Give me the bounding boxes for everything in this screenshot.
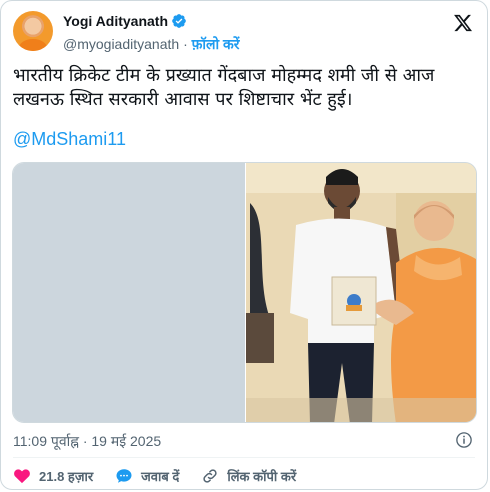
heart-icon (14, 469, 30, 484)
mention-link[interactable]: @MdShami11 (13, 129, 126, 150)
info-icon[interactable] (455, 431, 473, 449)
copy-link-label: लिंक कॉपी करें (227, 469, 297, 484)
author-handle[interactable]: @myogiadityanath (63, 36, 179, 52)
author-name[interactable]: Yogi Adityanath (63, 13, 168, 29)
author-name-row: Yogi Adityanath (63, 13, 187, 29)
separator-dot: · (183, 36, 188, 52)
reply-button[interactable]: जवाब दें (115, 467, 179, 485)
media-placeholder[interactable] (13, 163, 245, 422)
media-photo[interactable] (246, 163, 476, 422)
tweet-header: Yogi Adityanath @myogiadityanath · फ़ॉलो… (13, 11, 475, 55)
verified-badge-icon (172, 14, 186, 28)
author-handle-row: @myogiadityanath · फ़ॉलो करें (63, 35, 240, 54)
photo-illustration (246, 163, 476, 422)
tweet-text: भारतीय क्रिकेट टीम के प्रख्यात गेंदबाज म… (13, 65, 435, 110)
tweet-media[interactable] (12, 162, 477, 423)
speech-bubble-icon (116, 469, 132, 483)
copy-link-button[interactable]: लिंक कॉपी करें (201, 467, 296, 485)
action-bar: 21.8 हज़ार जवाब दें लिंक कॉपी करें (13, 467, 318, 485)
tweet-embed-card[interactable]: Yogi Adityanath @myogiadityanath · फ़ॉलो… (0, 0, 488, 490)
x-logo-icon[interactable] (453, 13, 473, 33)
author-avatar[interactable] (13, 11, 53, 51)
like-button[interactable]: 21.8 हज़ार (13, 467, 93, 485)
like-count: 21.8 हज़ार (39, 469, 94, 484)
reply-label: जवाब दें (141, 469, 180, 484)
link-icon (203, 469, 217, 483)
divider (13, 457, 475, 458)
tweet-timestamp[interactable]: 11:09 पूर्वाह्न · 19 मई 2025 (13, 432, 161, 451)
follow-button[interactable]: फ़ॉलो करें (192, 36, 240, 52)
